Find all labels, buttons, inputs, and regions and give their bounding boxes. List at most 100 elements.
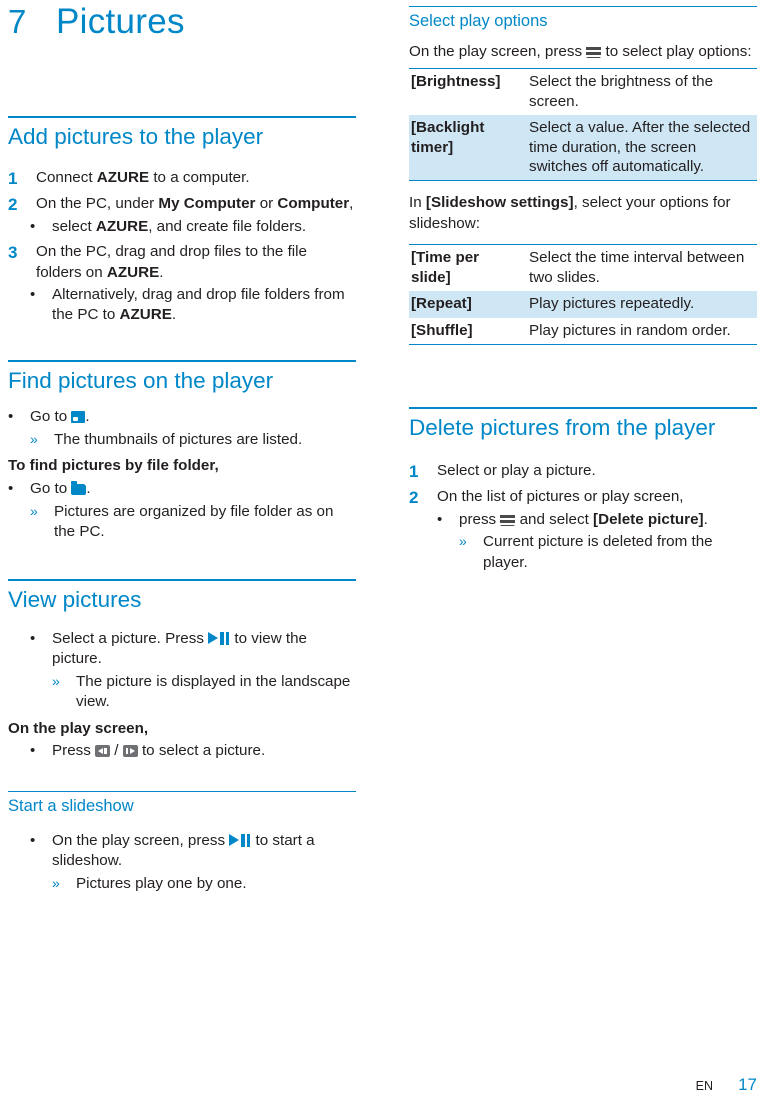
step-text: Connect AZURE to a computer. (36, 168, 250, 186)
subsection-heading-start-slideshow: Start a slideshow (8, 797, 134, 816)
bullet-text-post: to select a picture. (137, 741, 266, 759)
sub-bullet: • Alternatively, drag and drop file fold… (30, 285, 356, 326)
arrow-icon: » (52, 672, 60, 689)
bullet-text: Select a picture. Press to view the pict… (52, 629, 356, 670)
bullet-text-pre: Press (52, 741, 96, 759)
arrow-icon: » (30, 430, 38, 447)
page-footer: EN 17 (409, 1075, 757, 1095)
arrow-icon: » (30, 502, 38, 519)
result-text: Pictures play one by one. (76, 874, 247, 892)
menu-icon (500, 513, 516, 526)
step-number: 2 (8, 194, 18, 214)
chapter-title: Pictures (56, 2, 185, 41)
divider-thin (8, 791, 356, 793)
bullet-text: press and select [Delete picture]. (459, 510, 757, 530)
step-1: 1 Connect AZURE to a computer. (8, 168, 356, 189)
result-line: » Pictures play one by one. (52, 874, 356, 894)
step-number: 1 (409, 461, 419, 481)
chapter-number: 7 (8, 3, 27, 40)
bullet-press-prev-next: • Press / to select a picture. (30, 741, 356, 761)
option-key: [Shuffle] (409, 317, 527, 345)
bullet-dot: • (30, 741, 36, 759)
step-text: On the PC, under My Computer or Computer… (36, 194, 354, 212)
divider (8, 116, 356, 118)
bullet-text-pre: On the play screen, press (52, 832, 230, 850)
bullet-start-slideshow: • On the play screen, press to start a s… (30, 831, 356, 872)
bullet-text-pre: press (459, 511, 501, 528)
option-key: [Time per slide] (409, 244, 527, 292)
separator: / (110, 741, 123, 759)
footer-locale: EN (695, 1079, 713, 1093)
arrow-icon: » (52, 874, 60, 891)
bullet-text-bold: [Delete picture] (593, 511, 704, 528)
intro-text-pre: On the play screen, press (409, 42, 587, 60)
bullet-label: Go to (30, 480, 72, 498)
bullet-text: On the play screen, press to start a sli… (52, 831, 356, 872)
bullet-dot: • (437, 511, 443, 528)
table-row: [Repeat] Play pictures repeatedly. (409, 291, 757, 318)
option-value: Select a value. After the selected time … (527, 115, 757, 182)
bullet-text: Go to . (30, 408, 90, 426)
section-heading-delete-pictures: Delete pictures from the player (409, 414, 716, 440)
bullet-dot: • (30, 218, 36, 236)
right-column: Select play options On the play screen, … (409, 0, 757, 573)
divider (409, 406, 757, 409)
table-row: [Shuffle] Play pictures in random order. (409, 317, 757, 345)
step-text: On the PC, drag and drop files to the fi… (36, 243, 308, 281)
previous-icon (95, 744, 111, 757)
bullet-delete-picture: • press and select [Delete picture]. (437, 510, 757, 530)
bullet-dot: • (30, 832, 36, 850)
bullet-dot: • (30, 286, 36, 304)
section-heading-find-pictures: Find pictures on the player (8, 367, 274, 393)
subheading-on-play-screen: On the play screen, (8, 719, 149, 737)
step-1: 1 Select or play a picture. (409, 461, 757, 482)
step-text: On the list of pictures or play screen, (437, 487, 684, 505)
bullet-dot: • (30, 630, 36, 648)
folder-icon (71, 481, 87, 496)
subsection-heading-select-play-options: Select play options (409, 12, 548, 30)
result-text: The thumbnails of pictures are listed. (54, 430, 303, 448)
intro-text-pre: In (409, 194, 426, 212)
menu-icon (586, 44, 602, 58)
slideshow-settings-intro: In [Slideshow settings], select your opt… (409, 193, 757, 234)
sub-bullet-text: Alternatively, drag and drop file folder… (52, 286, 345, 324)
manual-page: 7 Pictures Add pictures to the player 1 … (0, 0, 765, 1113)
bullet-text: Press / to select a picture. (52, 741, 356, 761)
sub-bullet-text: select AZURE, and create file folders. (52, 218, 307, 236)
sub-bullet: • select AZURE, and create file folders. (30, 217, 356, 237)
step-text: Select or play a picture. (437, 461, 596, 479)
bullet-dot: • (8, 480, 14, 498)
play-options-table: [Brightness] Select the brightness of th… (409, 68, 757, 182)
table-row: [Backlight timer] Select a value. After … (409, 115, 757, 182)
result-line: » The picture is displayed in the landsc… (52, 672, 356, 713)
step-number: 3 (8, 243, 18, 263)
thumbnails-icon (71, 411, 86, 424)
slideshow-settings-table: [Time per slide] Select the time interva… (409, 244, 757, 345)
option-key: [Backlight timer] (409, 115, 527, 182)
step-2: 2 On the list of pictures or play screen… (409, 487, 757, 508)
step-3: 3 On the PC, drag and drop files to the … (8, 242, 356, 283)
result-text: Pictures are organized by file folder as… (54, 502, 334, 541)
option-value: Play pictures in random order. (527, 317, 757, 345)
arrow-icon: » (459, 533, 467, 550)
divider (8, 578, 356, 581)
result-line: » Current picture is deleted from the pl… (459, 532, 757, 573)
bullet-goto-thumbnails: • Go to . (8, 407, 356, 427)
result-text: Current picture is deleted from the play… (483, 533, 713, 571)
option-key: [Repeat] (409, 291, 527, 318)
play-options-intro: On the play screen, press to select play… (409, 42, 757, 62)
left-column: 7 Pictures Add pictures to the player 1 … (8, 0, 356, 894)
play-pause-icon (229, 834, 251, 848)
result-line: » Pictures are organized by file folder … (30, 502, 356, 543)
bullet-dot: • (8, 408, 14, 426)
result-text: The picture is displayed in the landscap… (76, 672, 351, 711)
intro-text-post: to select play options: (601, 42, 752, 60)
bullet-text-post: . (703, 511, 708, 528)
bullet-text: Go to . (30, 480, 91, 498)
divider-thin (409, 6, 757, 7)
intro-text-bold: [Slideshow settings] (425, 194, 574, 212)
step-number: 2 (409, 487, 419, 507)
table-row: [Time per slide] Select the time interva… (409, 244, 757, 292)
subheading-find-by-folder: To find pictures by file folder, (8, 457, 219, 475)
option-key: [Brightness] (409, 68, 527, 116)
